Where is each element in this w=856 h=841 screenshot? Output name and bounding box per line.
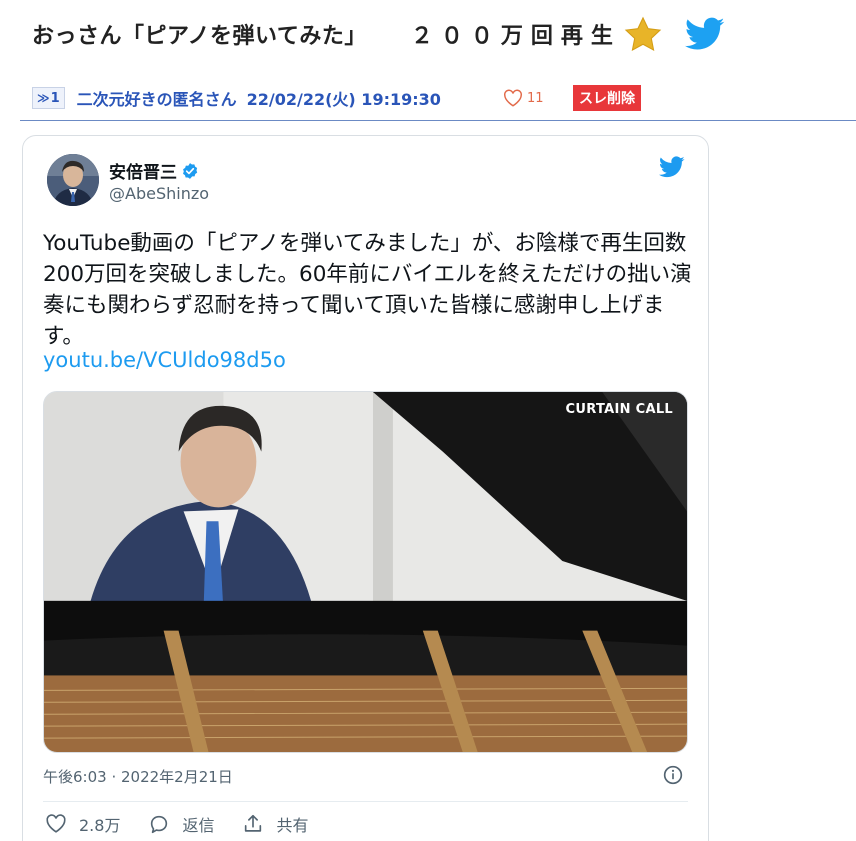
post-number-badge[interactable]: ≫ 1 — [32, 87, 65, 109]
verified-badge-icon — [183, 162, 198, 179]
share-button[interactable]: 共有 — [242, 812, 308, 836]
post-number: 1 — [50, 90, 60, 106]
tweet-card-divider — [43, 801, 688, 802]
tweet-media-image[interactable]: CURTAIN CALL — [43, 391, 688, 753]
share-label: 共有 — [276, 816, 309, 835]
reply-icon — [151, 815, 168, 834]
thread-view-count: ２００万回再生 — [410, 24, 621, 49]
tweet-actions: 2.8万 返信 共有 — [45, 812, 336, 836]
tweet-author-name[interactable]: 安倍晋三 — [109, 158, 199, 183]
star-icon[interactable] — [622, 14, 664, 56]
post-header: ≫ 1 二次元好きの匿名さん 22/02/22(火) 19:19:30 — [32, 85, 441, 111]
heart-icon — [504, 89, 522, 107]
post-date: 22/02/22(火) 19:19:30 — [246, 90, 441, 109]
twitter-bird-icon[interactable] — [684, 14, 726, 54]
avatar[interactable] — [47, 154, 99, 206]
header-divider — [20, 120, 856, 121]
media-watermark: CURTAIN CALL — [565, 402, 673, 417]
reply-arrow-icon: ≫ — [37, 91, 50, 105]
heart-icon — [46, 814, 66, 833]
tweet-link[interactable]: youtu.be/VCUldo98d5o — [43, 348, 286, 372]
author-name-text: 安倍晋三 — [109, 163, 177, 183]
thread-title-row: おっさん「ピアノを弾いてみた」 ２００万回再生 — [32, 14, 621, 54]
delete-thread-button[interactable]: スレ削除 — [573, 85, 641, 111]
reply-label: 返信 — [182, 816, 215, 835]
reply-button[interactable]: 返信 — [148, 812, 214, 836]
tweet-author-handle[interactable]: @AbeShinzo — [109, 184, 209, 203]
poster-name: 二次元好きの匿名さん — [76, 90, 237, 109]
tweet-text: YouTube動画の「ピアノを弾いてみました」が、お陰様で再生回数200万回を突… — [43, 231, 692, 349]
thread-title: おっさん「ピアノを弾いてみた」 — [32, 24, 367, 49]
share-icon — [245, 814, 262, 832]
like-count: 2.8万 — [79, 816, 121, 835]
tweet-timestamp[interactable]: 午後6:03 · 2022年2月21日 — [43, 766, 233, 787]
info-icon[interactable] — [663, 765, 683, 785]
like-button[interactable]: 2.8万 — [45, 812, 120, 836]
piano-photo — [44, 392, 687, 752]
twitter-bird-icon[interactable] — [657, 154, 687, 180]
post-like-count: 11 — [527, 90, 544, 106]
embedded-tweet[interactable]: 安倍晋三 @AbeShinzo YouTube動画の「ピアノを弾いてみました」が… — [22, 135, 709, 841]
post-like-button[interactable]: 11 — [503, 85, 544, 111]
